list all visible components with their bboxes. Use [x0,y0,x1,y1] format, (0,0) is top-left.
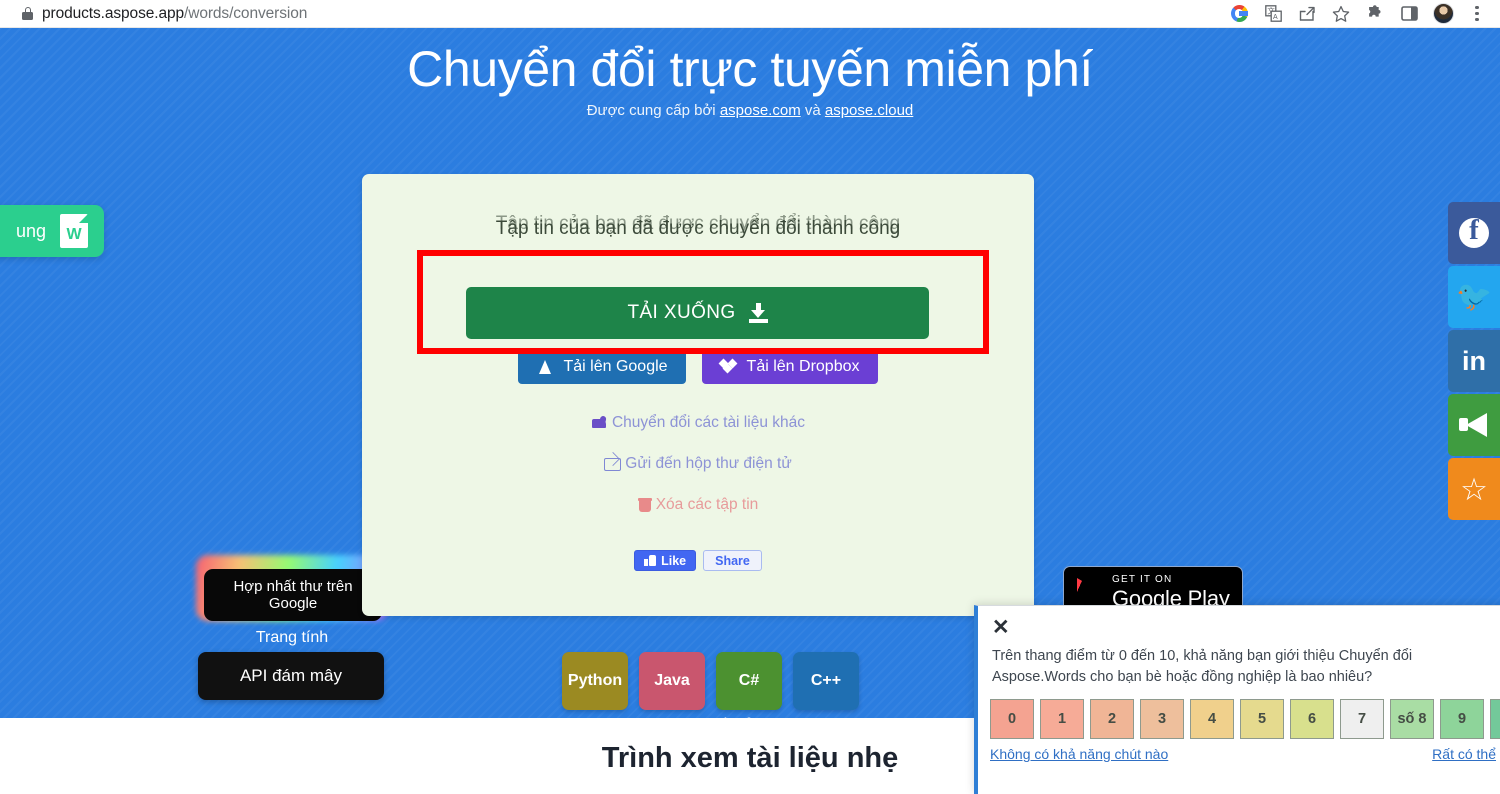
card-link-list: Chuyển đổi các tài liệu khác Gửi đến hộp… [362,414,1034,537]
survey-close-icon[interactable]: ✕ [992,617,1014,640]
upload-dropbox-label: Tải lên Dropbox [746,358,860,375]
aspose-com-link[interactable]: aspose.com [720,102,801,119]
download-icon [748,303,768,323]
nps-button-3[interactable]: 3 [1140,699,1184,739]
facebook-share-button[interactable]: Share [703,550,762,571]
facebook-icon [1459,214,1489,248]
side-panel-icon[interactable] [1392,0,1426,28]
survey-question: Trên thang điểm từ 0 đến 10, khả năng bạ… [992,648,1413,686]
nps-button-0[interactable]: 0 [990,699,1034,739]
code-lang-chip-c[interactable]: C++ [793,652,859,710]
upload-google-label: Tải lên Google [563,358,668,375]
code-language-row: Python Java C# C++ [562,652,859,710]
address-bar[interactable]: products.aspose.app/words/conversion [22,1,1222,27]
extensions-puzzle-icon[interactable] [1358,0,1392,28]
page-root: products.aspose.app/words/conversion 文A [0,0,1500,794]
nps-endpoint-labels: Không có khả năng chút nào Rất có thể [990,746,1496,762]
code-lang-chip-java[interactable]: Java [639,652,705,710]
thumbs-up-icon [644,555,657,566]
download-button-label: TẢI XUỐNG [627,302,736,323]
social-share-rail: 🐦 in ☆ [1448,202,1500,520]
social-star-button[interactable]: ☆ [1448,458,1500,520]
nps-scale-row: 01234567số 8910 [990,699,1500,739]
subtitle-prefix: Được cung cấp bởi [586,102,720,119]
social-megaphone-button[interactable] [1448,394,1500,456]
nps-button-2[interactable]: 2 [1090,699,1134,739]
toolbar-icon-group: 文A [1222,0,1494,28]
trash-icon [637,497,652,513]
delete-files-label: Xóa các tập tin [655,496,759,513]
success-message: Tập tin của bạn đã được chuyển đổi thành… [362,213,1034,240]
send-email-label: Gửi đến hộp thư điện tử [625,455,792,472]
nps-button-5[interactable]: 5 [1240,699,1284,739]
upload-google-drive-button[interactable]: Tải lên Google [518,350,686,384]
translate-icon[interactable]: 文A [1256,0,1290,28]
convert-other-documents-link[interactable]: Chuyển đổi các tài liệu khác [591,414,805,432]
word-document-icon: W [60,214,88,248]
envelope-icon [604,457,622,471]
convert-other-label: Chuyển đổi các tài liệu khác [611,414,805,431]
page-title: Chuyển đổi trực tuyến miễn phí [407,41,1093,97]
url-path: /words/conversion [184,4,308,22]
megaphone-icon [1459,413,1489,437]
sheets-tooltip: Hợp nhất thư trên Google [204,569,382,621]
url-text: products.aspose.app/words/conversion [42,5,307,23]
share-icon[interactable] [1290,0,1324,28]
nps-button-7[interactable]: 7 [1340,699,1384,739]
nps-button-10[interactable]: 10 [1490,699,1500,739]
linkedin-icon: in [1462,345,1486,376]
sheets-label: Trang tính [255,629,329,646]
social-twitter-button[interactable]: 🐦 [1448,266,1500,328]
cloud-upload-row: Tải lên Google Tải lên Dropbox [362,350,1034,384]
success-message-ghost: Tập tin của bạn đã được chuyển đổi thành… [495,213,901,234]
download-button[interactable]: TẢI XUỐNG [466,287,929,339]
google-icon[interactable] [1222,0,1256,28]
word-format-pill[interactable]: ung W [0,205,104,257]
profile-avatar[interactable] [1426,0,1460,28]
browser-toolbar: products.aspose.app/words/conversion 文A [0,0,1500,28]
bookmark-star-icon[interactable] [1324,0,1358,28]
nps-button-6[interactable]: 6 [1290,699,1334,739]
nps-button-9[interactable]: 9 [1440,699,1484,739]
nps-survey-popup: ✕ Trên thang điểm từ 0 đến 10, khả năng … [974,605,1500,794]
nps-label-high[interactable]: Rất có thể [1432,746,1496,762]
nps-button-1[interactable]: 1 [1040,699,1084,739]
aspose-cloud-link[interactable]: aspose.cloud [825,102,913,119]
upload-dropbox-button[interactable]: Tải lên Dropbox [701,350,878,384]
star-icon: ☆ [1460,471,1488,507]
link-row-convert: Chuyển đổi các tài liệu khác [362,414,1034,432]
facebook-like-button[interactable]: Like [634,550,697,571]
delete-files-link[interactable]: Xóa các tập tin [637,496,759,514]
chrome-menu-kebab[interactable] [1460,0,1494,28]
google-play-icon [1077,578,1101,606]
nps-button-4[interactable]: 4 [1190,699,1234,739]
facebook-like-label: Like [661,553,687,568]
subtitle-mid: và [800,102,825,119]
social-facebook-button[interactable] [1448,202,1500,264]
url-domain: products.aspose.app [42,4,185,22]
twitter-icon: 🐦 [1455,280,1493,313]
svg-text:A: A [1273,14,1278,21]
google-play-small-text: GET IT ON [1112,573,1173,585]
dropbox-icon [718,358,737,375]
lock-icon [22,7,33,20]
word-format-pill-label: ung [15,220,46,241]
nps-label-low[interactable]: Không có khả năng chút nào [990,746,1168,762]
google-drive-icon [536,359,553,375]
doc-letter: W [66,226,82,243]
code-lang-chip-c[interactable]: C# [716,652,782,710]
code-lang-chip-python[interactable]: Python [562,652,628,710]
horse-icon [591,416,608,431]
hero-subtitle: Được cung cấp bởi aspose.com và aspose.c… [0,102,1500,119]
nps-button-số-8[interactable]: số 8 [1390,699,1434,739]
cloud-api-button[interactable]: API đám mây [198,652,384,700]
facebook-social-widget: Like Share [362,550,1034,571]
link-row-email: Gửi đến hộp thư điện tử [362,455,1034,473]
conversion-result-card: Tập tin của bạn đã được chuyển đổi thành… [362,174,1034,616]
link-row-survey-delete: Trả lời khảo sát của chúng tôi Xóa các t… [362,496,1034,514]
send-to-email-link[interactable]: Gửi đến hộp thư điện tử [604,455,792,473]
social-linkedin-button[interactable]: in [1448,330,1500,392]
